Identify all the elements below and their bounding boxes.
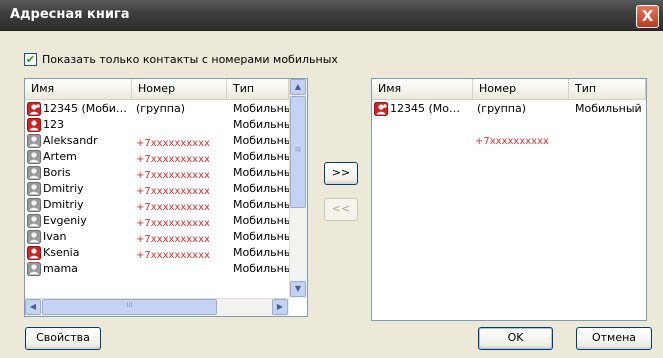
hscroll-grip: III: [126, 301, 133, 309]
contact-type: Мобильны: [233, 214, 289, 227]
address-book-dialog: Адресная книга X ✔ Показать только конта…: [0, 0, 663, 358]
contact-row[interactable]: Evgeniy +7xxxxxxxxxx Мобильны: [25, 213, 289, 229]
contact-number: [136, 117, 225, 133]
selected-group-number: +7xxxxxxxxxx: [475, 136, 549, 147]
filter-row: ✔ Показать только контакты с номерами мо…: [24, 52, 338, 66]
contact-row[interactable]: Boris +7xxxxxxxxxx Мобильны: [25, 165, 289, 181]
contact-row[interactable]: Ivan +7xxxxxxxxxx Мобильны: [25, 229, 289, 245]
contact-red-icon: [27, 246, 41, 260]
contact-row[interactable]: Aleksandr +7xxxxxxxxxx Мобильны: [25, 133, 289, 149]
contact-gray-icon: [27, 230, 41, 244]
properties-button[interactable]: Свойства: [25, 327, 101, 350]
contact-row[interactable]: Artem +7xxxxxxxxxx Мобильны: [25, 149, 289, 165]
contact-row[interactable]: 12345 (Мо… (группа) Мобильный: [372, 101, 646, 117]
selected-list-header: Имя Номер Тип: [372, 79, 646, 100]
mobile-only-checkbox[interactable]: ✔: [24, 52, 37, 66]
hscroll-thumb[interactable]: III: [42, 299, 217, 315]
contact-gray-icon: [27, 262, 41, 276]
cancel-button[interactable]: Отмена: [576, 327, 652, 350]
column-header-type[interactable]: Тип: [227, 79, 289, 99]
contact-gray-icon: [27, 214, 41, 228]
ok-button[interactable]: OK: [478, 327, 553, 350]
scroll-thumb[interactable]: ≡: [290, 96, 306, 208]
selected-column-header-number[interactable]: Номер: [473, 79, 569, 99]
contacts-horizontal-scrollbar[interactable]: ◀ III ▶: [25, 298, 289, 316]
contact-gray-icon: [27, 166, 41, 180]
close-button[interactable]: X: [636, 5, 659, 28]
scroll-up-button[interactable]: ▲: [290, 79, 306, 95]
contact-name: Dmitriy: [43, 198, 84, 211]
mobile-only-label[interactable]: Показать только контакты с номерами моби…: [42, 53, 338, 66]
group-contact-icon: [374, 102, 388, 116]
contact-type: Мобильный: [575, 102, 642, 115]
contact-gray-icon: [27, 198, 41, 212]
add-to-selection-button[interactable]: >>: [324, 162, 358, 185]
contact-name: Artem: [43, 150, 77, 163]
contact-number: (группа): [477, 102, 526, 115]
contact-row[interactable]: Dmitriy +7xxxxxxxxxx Мобильны: [25, 181, 289, 197]
contact-name: 12345 (Моби…: [43, 102, 127, 115]
contact-type: Мобильны: [233, 102, 289, 115]
contact-name: Aleksandr: [43, 134, 98, 147]
contact-type: Мобильны: [233, 246, 289, 259]
contacts-list[interactable]: Имя Номер Тип 12345 (Моби… (группа) Мобиль…: [24, 78, 308, 317]
contact-type: Мобильны: [233, 118, 289, 131]
selected-contacts-list[interactable]: Имя Номер Тип 12345 (Мо… (группа) Мобильны…: [371, 78, 647, 321]
contact-name: mama: [43, 262, 78, 275]
contact-name: 12345 (Мо…: [390, 102, 461, 115]
title-bar[interactable]: Адресная книга X: [0, 0, 663, 31]
contact-number: (группа): [136, 102, 185, 115]
contact-name: Evgeniy: [43, 214, 87, 227]
contact-type: Мобильны: [233, 230, 289, 243]
scroll-grip: ≡: [294, 145, 302, 155]
contact-row[interactable]: 123 Мобильны: [25, 117, 289, 133]
contact-type: Мобильны: [233, 182, 289, 195]
contacts-list-header: Имя Номер Тип: [25, 79, 289, 100]
scroll-left-button[interactable]: ◀: [25, 299, 41, 315]
contact-row[interactable]: 12345 (Моби… (группа) Мобильны: [25, 101, 289, 117]
contact-red-icon: [27, 118, 41, 132]
contact-name: Ivan: [43, 230, 67, 243]
scroll-down-button[interactable]: ▼: [290, 281, 306, 297]
contact-row[interactable]: Dmitriy +7xxxxxxxxxx Мобильны: [25, 197, 289, 213]
contact-type: Мобильны: [233, 166, 289, 179]
contact-type: Мобильны: [233, 134, 289, 147]
contact-name: 123: [43, 118, 64, 131]
contact-name: Boris: [43, 166, 71, 179]
contact-row[interactable]: Ksenia +7xxxxxxxxxx Мобильны: [25, 245, 289, 261]
window-title: Адресная книга: [10, 7, 130, 22]
remove-from-selection-button[interactable]: <<: [324, 198, 358, 221]
contact-row[interactable]: mama Мобильны: [25, 261, 289, 277]
contact-type: Мобильны: [233, 150, 289, 163]
column-header-number[interactable]: Номер: [132, 79, 227, 99]
contact-type: Мобильны: [233, 198, 289, 211]
contact-gray-icon: [27, 134, 41, 148]
contact-gray-icon: [27, 150, 41, 164]
contacts-vertical-scrollbar[interactable]: ▲ ≡ ▼: [289, 79, 307, 298]
selected-column-header-name[interactable]: Имя: [372, 79, 473, 99]
contact-gray-icon: [27, 182, 41, 196]
contact-type: Мобильны: [233, 262, 289, 275]
group-contact-icon: [27, 102, 41, 116]
contact-name: Dmitriy: [43, 182, 84, 195]
selected-column-header-type[interactable]: Тип: [569, 79, 646, 99]
column-header-name[interactable]: Имя: [25, 79, 132, 99]
scroll-right-button[interactable]: ▶: [272, 299, 288, 315]
contact-number: [136, 261, 225, 277]
contact-name: Ksenia: [43, 246, 80, 259]
